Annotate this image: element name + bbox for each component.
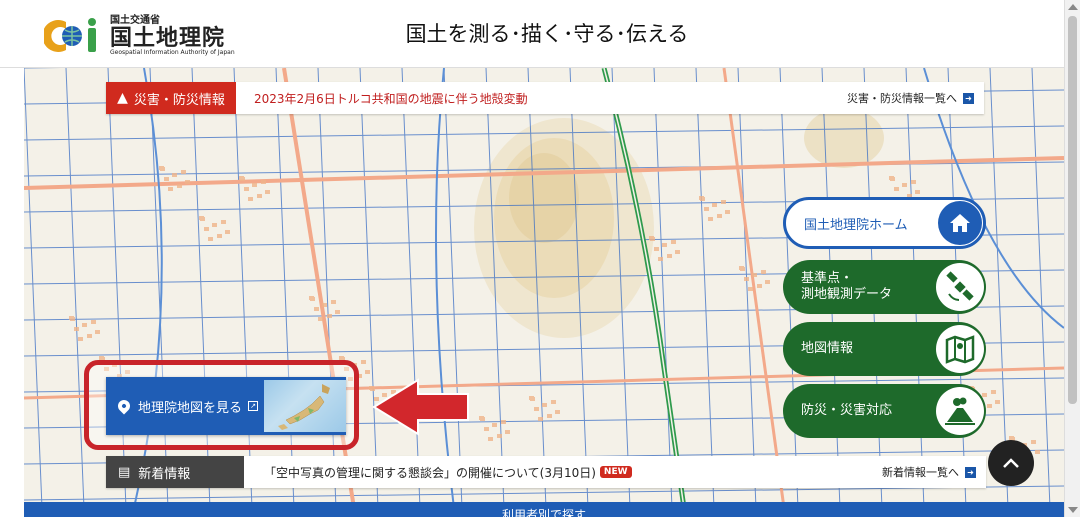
disaster-tag-label: 災害・防災情報 [133,92,225,108]
disaster-info-bar: ▲ 災害・防災情報 2023年2月6日トルコ共和国の地震に伴う地殻変動 災害・防… [106,82,984,114]
volcano-icon [936,387,984,435]
find-by-user-strip[interactable]: 利用者別で探す [24,502,1064,517]
news-tag-label: 新着情報 [138,466,191,482]
logo-english: Geospatial Information Authority of Japa… [110,48,235,56]
news-list-label: 新着情報一覧へ [882,466,959,479]
geodetic-data-button[interactable]: 基準点・ 測地観測データ [783,260,986,314]
tagline: 国土を測る･描く･守る･伝える [405,22,689,46]
arrow-right-icon: ➜ [963,92,974,104]
new-badge: NEW [599,466,632,478]
page-scrollbar[interactable] [1064,0,1080,517]
chat-bubble-icon: ▤ [118,464,131,480]
warning-icon: ▲ [117,90,128,106]
map-pin-icon [115,397,133,415]
disaster-list-label: 災害・防災情報一覧へ [847,92,957,105]
home-icon [938,201,982,245]
geodetic-data-label: 基準点・ 測地観測データ [801,271,936,302]
pointer-arrow-icon [372,378,469,436]
disaster-response-button[interactable]: 防災・災害対応 [783,384,986,438]
japan-map-thumbnail [264,380,346,432]
disaster-tag[interactable]: ▲ 災害・防災情報 [106,82,236,114]
map-info-button[interactable]: 地図情報 [783,322,986,376]
scrollbar-thumb[interactable] [1068,16,1077,404]
gsi-home-label: 国土地理院ホーム [804,217,908,233]
geodetic-data-label-line1: 基準点・ [801,271,854,287]
chevron-up-icon [1003,458,1019,468]
scroll-down-arrow-icon[interactable] [1068,507,1078,513]
gsi-home-button[interactable]: 国土地理院ホーム [783,197,986,249]
news-headline-text: 「空中写真の管理に関する懇談会」の開催について(3月10日) [264,465,596,480]
news-headline-link[interactable]: 「空中写真の管理に関する懇談会」の開催について(3月10日) NEW [264,464,882,481]
news-bar: ▤ 新着情報 「空中写真の管理に関する懇談会」の開催について(3月10日) NE… [106,456,986,488]
map-icon [936,325,984,373]
map-info-label: 地図情報 [801,341,854,357]
geodetic-data-label-line2: 測地観測データ [801,287,893,302]
disaster-list-link[interactable]: 災害・防災情報一覧へ ➜ [847,90,974,106]
disaster-response-label: 防災・災害対応 [801,403,893,419]
view-gsi-map-label: 地理院地図を見る [138,400,243,416]
satellite-icon [936,263,984,311]
news-list-link[interactable]: 新着情報一覧へ ➜ [882,464,976,480]
find-by-user-label: 利用者別で探す [501,508,586,517]
scroll-to-top-button[interactable] [988,440,1034,486]
site-header: 国土交通省 国土地理院 Geospatial Information Autho… [0,0,1064,68]
news-tag[interactable]: ▤ 新着情報 [106,456,244,488]
arrow-right-icon: ➜ [965,466,976,478]
scroll-up-arrow-icon[interactable] [1068,4,1078,10]
view-gsi-map-button[interactable]: 地理院地図を見る ↗ [106,377,346,435]
page-root: 国土交通省 国土地理院 Geospatial Information Autho… [0,0,1080,517]
external-link-icon: ↗ [248,401,259,411]
disaster-headline-link[interactable]: 2023年2月6日トルコ共和国の地震に伴う地殻変動 [254,90,847,107]
view-gsi-map-label-wrap: 地理院地図を見る ↗ [115,397,262,416]
